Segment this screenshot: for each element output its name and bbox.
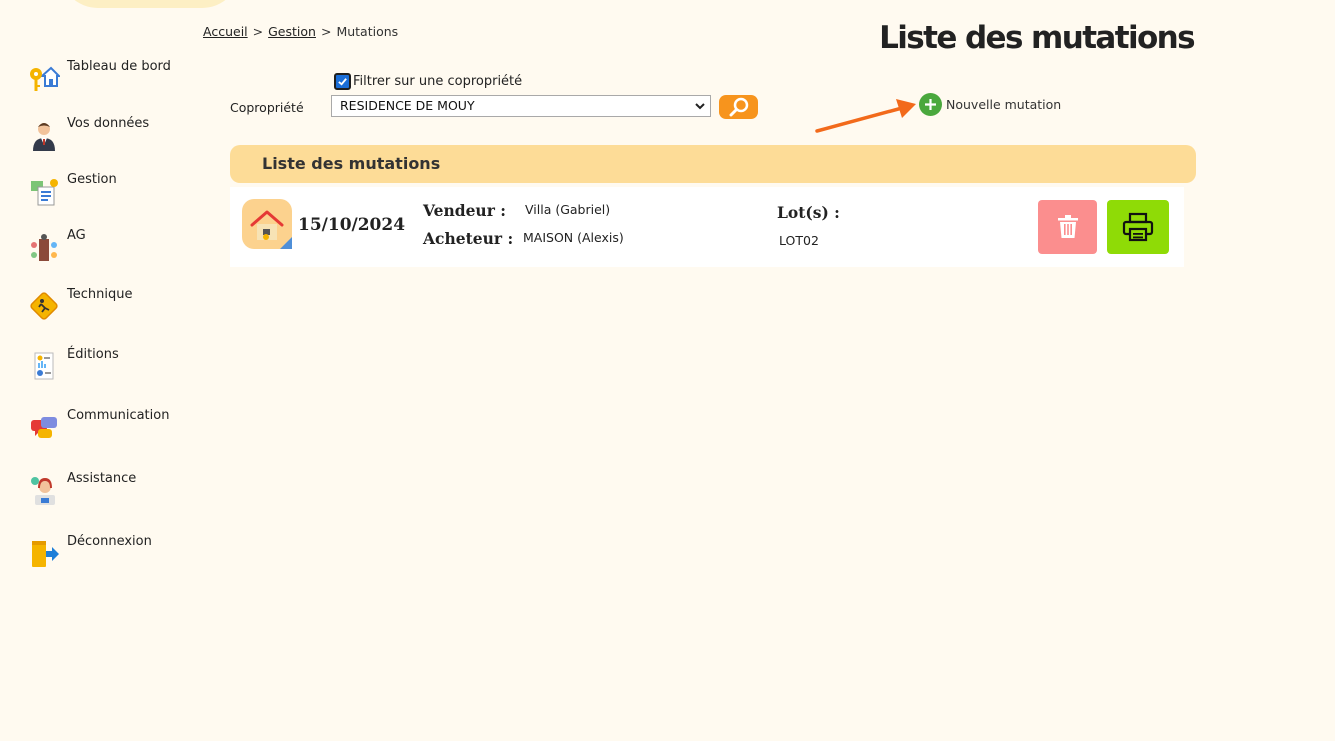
filter-copro-checkbox-row[interactable]: Filtrer sur une copropriété [334,73,522,90]
table-row: 15/10/2024 Vendeur : Villa (Gabriel) Ach… [230,187,1184,267]
acheteur-label: Acheteur : [423,229,514,248]
lots-value: LOT02 [779,233,819,248]
sidebar-item-gestion[interactable]: Gestion [28,171,117,207]
user-avatar-icon [33,123,55,151]
sidebar-item-label: AG [67,228,86,243]
sidebar-item-label: Éditions [67,347,119,362]
management-icon [31,179,58,206]
print-button[interactable] [1107,200,1169,254]
chat-bubbles-icon [31,417,57,438]
dashboard-house-key-icon [30,66,60,91]
acheteur-value: MAISON (Alexis) [523,230,624,245]
new-mutation-link[interactable]: Nouvelle mutation [919,93,1061,116]
checkmark-icon [338,78,347,86]
list-header: Liste des mutations [230,145,1196,183]
sidebar-item-label: Technique [67,287,133,302]
copro-select-value: RESIDENCE DE MOUY [340,98,475,113]
sidebar-item-vos-donnees[interactable]: Vos données [28,115,149,151]
sidebar-item-ag[interactable]: AG [28,227,86,263]
sidebar-item-label: Communication [67,408,170,423]
breadcrumb-home-link[interactable]: Accueil [203,24,248,39]
breadcrumb-separator: > [252,24,264,39]
add-circle-icon [919,93,942,116]
printer-icon [1122,212,1154,242]
search-icon [729,97,748,117]
sidebar-item-tableau-de-bord[interactable]: Tableau de bord [28,58,171,94]
sidebar-item-assistance[interactable]: Assistance [28,470,136,506]
sidebar-item-editions[interactable]: Éditions [28,346,119,382]
page-title: Liste des mutations [879,20,1196,56]
document-report-icon [34,352,54,380]
house-icon [242,199,292,249]
sidebar-item-label: Gestion [67,172,117,187]
decorative-blob [60,0,240,8]
delete-button[interactable] [1038,200,1097,254]
breadcrumb: Accueil > Gestion > Mutations [203,24,398,39]
vendeur-label: Vendeur : [423,201,506,220]
search-button[interactable] [719,95,758,119]
sidebar-item-label: Tableau de bord [67,59,171,74]
copro-select[interactable]: RESIDENCE DE MOUY [331,95,711,117]
sidebar-item-communication[interactable]: Communication [28,407,169,443]
filter-copro-checkbox[interactable] [334,73,351,90]
sidebar-item-label: Déconnexion [67,534,152,549]
breadcrumb-separator: > [320,24,332,39]
sidebar-item-deconnexion[interactable]: Déconnexion [28,533,152,569]
mutation-date: 15/10/2024 [298,215,406,235]
breadcrumb-current: Mutations [336,24,399,39]
copro-field-label: Copropriété [230,100,304,115]
support-agent-icon [31,477,55,505]
lots-label: Lot(s) : [777,203,840,222]
sidebar-item-technique[interactable]: Technique [28,286,132,322]
sidebar-item-label: Assistance [67,471,137,486]
pointer-arrow-icon [815,99,916,133]
new-mutation-label: Nouvelle mutation [946,97,1062,112]
sidebar-item-label: Vos données [67,116,150,131]
filter-copro-label: Filtrer sur une copropriété [353,74,523,89]
trash-icon [1057,215,1078,238]
logout-door-icon [32,541,59,567]
breadcrumb-gestion-link[interactable]: Gestion [268,24,316,39]
meeting-icon [31,234,57,261]
vendeur-value: Villa (Gabriel) [525,202,611,217]
technique-warning-icon [30,292,58,320]
chevron-down-icon [695,103,705,110]
